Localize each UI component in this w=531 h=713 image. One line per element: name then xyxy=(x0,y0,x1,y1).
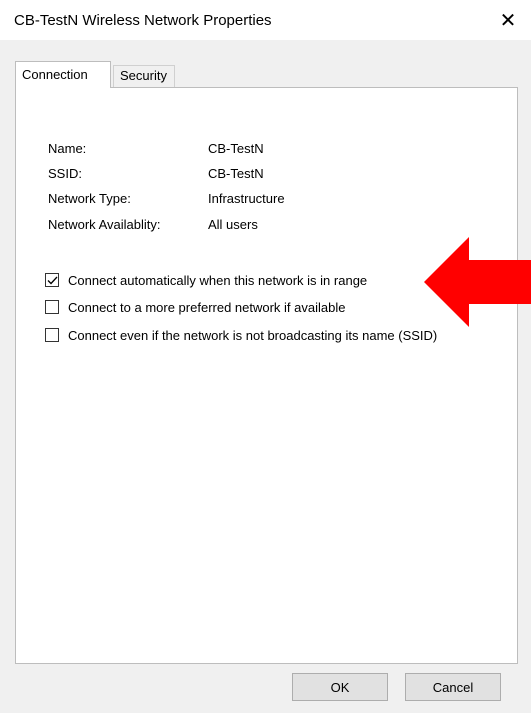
network-type-label: Network Type: xyxy=(48,191,131,206)
auto-connect-label[interactable]: Connect automatically when this network … xyxy=(68,273,367,288)
option-auto-connect[interactable]: Connect automatically when this network … xyxy=(45,271,367,289)
option-preferred-network[interactable]: Connect to a more preferred network if a… xyxy=(45,298,345,316)
close-button[interactable]: ✕ xyxy=(485,0,531,40)
hidden-ssid-label[interactable]: Connect even if the network is not broad… xyxy=(68,328,437,343)
window-title: CB-TestN Wireless Network Properties xyxy=(14,12,272,29)
tab-connection[interactable]: Connection xyxy=(15,61,111,88)
ssid-label: SSID: xyxy=(48,166,82,181)
hidden-ssid-checkbox[interactable] xyxy=(45,328,59,342)
auto-connect-checkbox[interactable] xyxy=(45,273,59,287)
arrow-left-icon xyxy=(424,237,531,327)
ssid-value: CB-TestN xyxy=(208,166,264,181)
availability-label: Network Availablity: xyxy=(48,217,161,232)
preferred-network-checkbox[interactable] xyxy=(45,300,59,314)
name-value: CB-TestN xyxy=(208,141,264,156)
connection-panel: Name: CB-TestN SSID: CB-TestN Network Ty… xyxy=(15,87,518,664)
ok-button[interactable]: OK xyxy=(292,673,388,701)
tab-security[interactable]: Security xyxy=(113,65,175,87)
name-label: Name: xyxy=(48,141,87,156)
annotation-arrow-shape xyxy=(424,237,531,327)
option-hidden-ssid[interactable]: Connect even if the network is not broad… xyxy=(45,326,437,344)
title-bar: CB-TestN Wireless Network Properties ✕ xyxy=(0,0,531,40)
close-icon: ✕ xyxy=(499,9,517,32)
cancel-button[interactable]: Cancel xyxy=(405,673,501,701)
network-properties-dialog: CB-TestN Wireless Network Properties ✕ C… xyxy=(0,0,531,713)
preferred-network-label[interactable]: Connect to a more preferred network if a… xyxy=(68,300,345,315)
checkmark-icon xyxy=(47,276,57,284)
availability-value: All users xyxy=(208,217,258,232)
network-type-value: Infrastructure xyxy=(208,191,285,206)
